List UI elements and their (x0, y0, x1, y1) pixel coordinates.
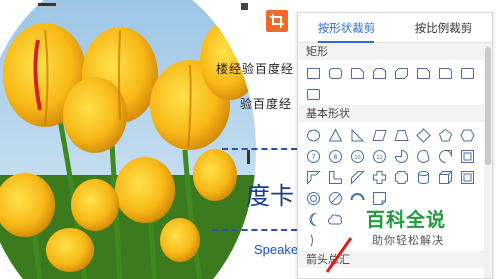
shape-half-frame[interactable] (304, 168, 323, 187)
svg-text:7: 7 (312, 154, 316, 161)
rectangle-shapes (298, 60, 492, 105)
selection-handle-top-right[interactable] (241, 3, 248, 10)
shape-block-arc[interactable] (348, 189, 367, 208)
tab-crop-by-shape[interactable]: 按形状裁剪 (298, 13, 395, 42)
shape-round-one-corner[interactable] (436, 64, 455, 83)
shape-teardrop[interactable] (436, 147, 455, 166)
cropped-tulip-image[interactable] (0, 0, 260, 279)
shape-cloud[interactable] (326, 210, 345, 229)
document-big-text: 度卡 (246, 182, 294, 210)
watermark-slogan: 助你轻松解决 (372, 234, 444, 247)
crop-tabs: 按形状裁剪 按比例裁剪 (298, 13, 492, 43)
shape-heptagon[interactable]: 7 (304, 147, 323, 166)
shape-hexagon[interactable] (458, 126, 477, 145)
watermark-pen-stroke (325, 237, 353, 273)
shape-pie[interactable] (392, 147, 411, 166)
shape-diamond[interactable] (414, 126, 433, 145)
shape-snip-two-corners[interactable] (370, 64, 389, 83)
shape-snip-diagonal[interactable] (392, 64, 411, 83)
dashed-line (212, 229, 297, 231)
document-text-line: 验百度经 (240, 97, 293, 111)
scrollbar-thumb[interactable] (485, 47, 491, 165)
shape-trapezoid[interactable] (392, 126, 411, 145)
shape-round-diagonal[interactable] (458, 64, 477, 83)
shape-parallelogram[interactable] (370, 126, 389, 145)
shape-dodecagon[interactable]: 12 (370, 147, 389, 166)
shape-l-shape[interactable] (326, 168, 345, 187)
shape-pentagon[interactable] (436, 126, 455, 145)
selection-handle-top-left[interactable] (38, 3, 56, 6)
shape-rounded-rectangle[interactable] (326, 64, 345, 83)
shape-right-triangle[interactable] (348, 126, 367, 145)
shape-rounded-rectangle-alt[interactable] (304, 85, 323, 104)
shape-moon[interactable] (304, 210, 323, 229)
crop-button[interactable] (266, 10, 288, 32)
shape-can[interactable] (414, 168, 433, 187)
shape-frame[interactable] (458, 147, 477, 166)
shape-octagon[interactable]: 8 (326, 147, 345, 166)
watermark-brand: 百科全说 (366, 209, 447, 231)
tulip-photo (0, 0, 256, 279)
document-text-line: 楼经验百度经 (216, 62, 295, 76)
svg-text:10: 10 (354, 155, 360, 161)
shape-cube[interactable] (436, 168, 455, 187)
shape-donut[interactable] (304, 189, 323, 208)
shape-decagon[interactable]: 10 (348, 147, 367, 166)
shape-snip-round[interactable] (414, 64, 433, 83)
shape-bevel[interactable] (458, 168, 477, 187)
shape-plaque[interactable] (392, 168, 411, 187)
document-speaker-text: Speake (254, 242, 299, 257)
dashed-line (222, 148, 297, 150)
shape-rectangle[interactable] (304, 64, 323, 83)
shape-oval[interactable] (304, 126, 323, 145)
shape-diagonal-stripe[interactable] (348, 168, 367, 187)
shape-snip-corner-rectangle[interactable] (348, 64, 367, 83)
shape-no-symbol[interactable] (326, 189, 345, 208)
selection-handle-right[interactable] (247, 150, 250, 164)
active-tab-underline (318, 41, 374, 43)
crop-icon (270, 14, 284, 28)
shape-bracket[interactable] (304, 231, 323, 250)
section-title-rectangle: 矩形 (298, 43, 492, 60)
section-title-basic-shapes: 基本形状 (298, 105, 492, 122)
svg-text:12: 12 (376, 155, 382, 161)
shape-plus[interactable] (370, 168, 389, 187)
shape-chord[interactable] (414, 147, 433, 166)
svg-text:8: 8 (334, 154, 338, 161)
shape-triangle[interactable] (326, 126, 345, 145)
slide-canvas[interactable]: 楼经验百度经 验百度经 度卡 Speake 按形状裁剪 按比例裁剪 矩形 基本形… (0, 0, 500, 279)
panel-scrollbar[interactable] (484, 43, 492, 278)
tab-crop-by-ratio[interactable]: 按比例裁剪 (395, 13, 492, 42)
